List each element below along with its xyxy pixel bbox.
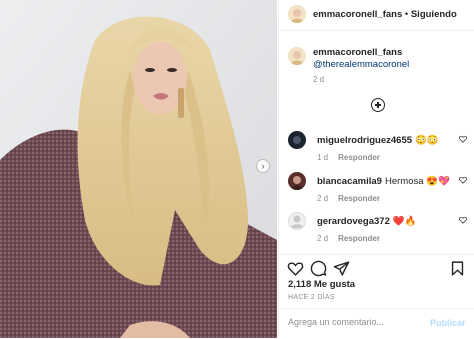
likes-count[interactable]: 2,118 Me gusta	[288, 279, 355, 290]
post-photo[interactable]	[0, 0, 277, 338]
avatar-image	[288, 172, 306, 190]
add-comment-row: Publicar	[279, 308, 474, 339]
comment-item: gerardovega372 ❤️🔥 2 d Responder	[279, 212, 474, 252]
post-header: emmacoronell_fans • Siguiendo	[279, 0, 474, 31]
avatar-image	[288, 212, 306, 230]
reply-button[interactable]: Responder	[338, 234, 380, 243]
comment-heart-icon[interactable]	[459, 135, 467, 143]
comment-meta: 2 d Responder	[317, 194, 380, 203]
avatar-image	[288, 47, 306, 65]
heart-icon[interactable]	[287, 260, 304, 277]
comment-avatar[interactable]	[288, 212, 306, 230]
following-button[interactable]: Siguiendo	[411, 9, 457, 20]
reply-button[interactable]: Responder	[338, 153, 380, 162]
chevron-right-icon: ›	[261, 161, 265, 171]
caption-timestamp: 2 d	[313, 75, 325, 84]
post-image	[0, 0, 277, 338]
comment-heart-icon[interactable]	[459, 176, 467, 184]
comment-timestamp: 2 d	[317, 234, 329, 243]
comment-input[interactable]	[288, 317, 428, 327]
comment-text-row: miguelrodriguez4655 😳😳	[317, 135, 439, 146]
comment-timestamp: 2 d	[317, 194, 329, 203]
comment-text-row: blancacamila9 Hermosa 😍💖	[317, 176, 450, 187]
header-separator: •	[404, 9, 409, 20]
bookmark-icon[interactable]	[449, 260, 466, 277]
comment-heart-icon[interactable]	[459, 216, 467, 224]
comment-username[interactable]: blancacamila9	[317, 176, 382, 187]
reply-button[interactable]: Responder	[338, 194, 380, 203]
publish-button[interactable]: Publicar	[430, 318, 466, 328]
avatar-image	[288, 5, 306, 23]
caption-username[interactable]: emmacoronell_fans	[313, 47, 402, 58]
comment-item: miguelrodriguez4655 😳😳 1 d Responder	[279, 131, 474, 171]
comment-avatar[interactable]	[288, 172, 306, 190]
comment-text-row: gerardovega372 ❤️🔥	[317, 216, 417, 227]
load-more-comments-button[interactable]	[371, 98, 385, 112]
avatar[interactable]	[288, 5, 306, 23]
post-side-panel: emmacoronell_fans • Siguiendo emmacorone…	[278, 0, 474, 338]
comment-avatar[interactable]	[288, 131, 306, 149]
avatar-image	[288, 131, 306, 149]
comment-text: 😳😳	[415, 135, 439, 146]
comment-icon[interactable]	[310, 260, 327, 277]
next-image-button[interactable]: ›	[256, 159, 270, 173]
comment-item: blancacamila9 Hermosa 😍💖 2 d Responder	[279, 172, 474, 212]
post-age: HACE 2 DÍAS	[288, 294, 335, 301]
header-username-row: emmacoronell_fans • Siguiendo	[313, 9, 457, 20]
comment-meta: 1 d Responder	[317, 153, 380, 162]
comment-timestamp: 1 d	[317, 153, 329, 162]
comment-meta: 2 d Responder	[317, 234, 380, 243]
comment-text: ❤️🔥	[392, 216, 417, 227]
paper-plane-icon[interactable]	[333, 260, 350, 277]
comment-username[interactable]: miguelrodriguez4655	[317, 135, 412, 146]
header-username[interactable]: emmacoronell_fans	[313, 9, 402, 20]
comment-text: Hermosa 😍💖	[384, 176, 450, 187]
caption-mention-link[interactable]: @therealemmacoronel	[313, 59, 409, 70]
comment-username[interactable]: gerardovega372	[317, 216, 390, 227]
caption-avatar[interactable]	[288, 47, 306, 65]
